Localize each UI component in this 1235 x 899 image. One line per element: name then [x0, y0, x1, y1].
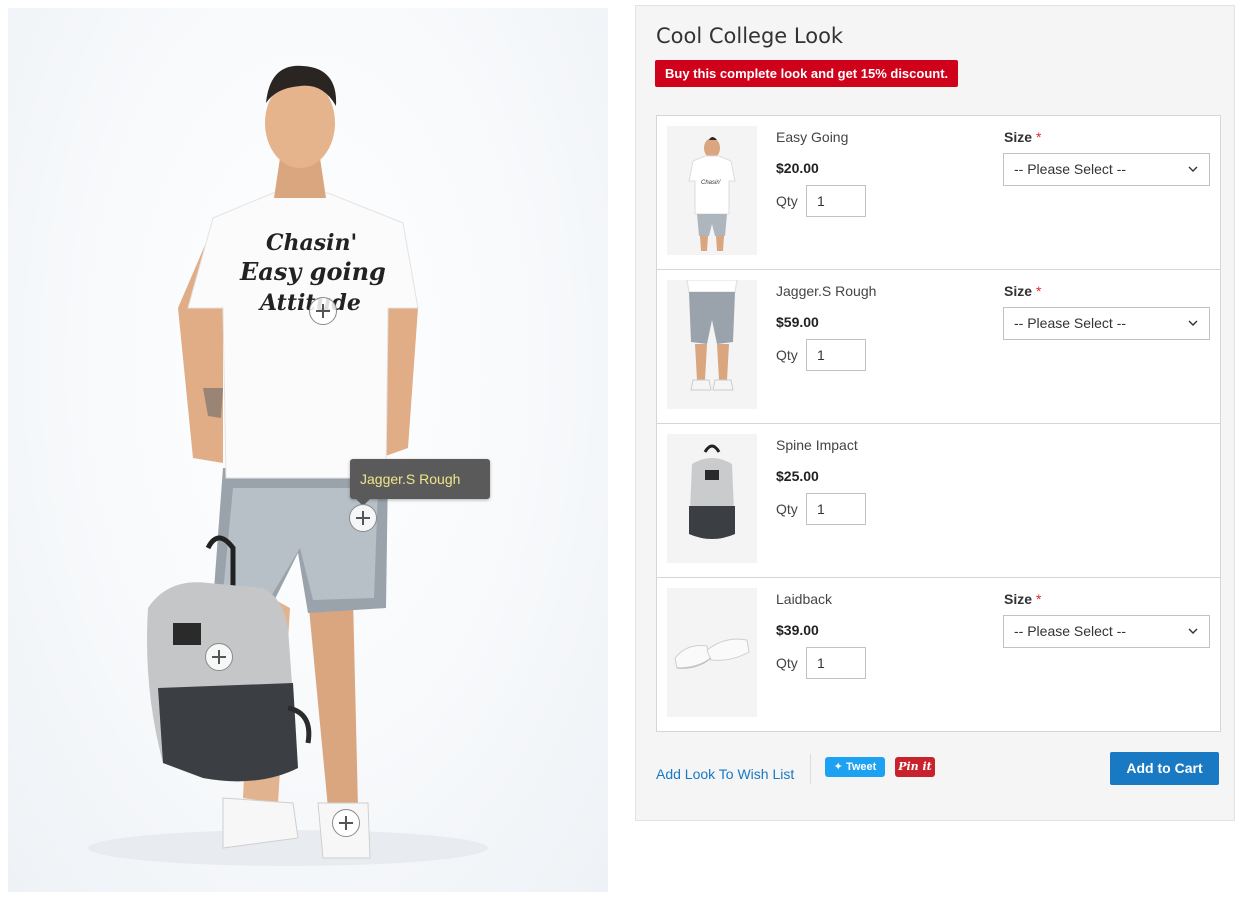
hotspot-tooltip: Jagger.S Rough [350, 459, 490, 506]
qty-label: Qty [776, 501, 798, 517]
qty-input[interactable]: 1 [806, 647, 866, 679]
item-name[interactable]: Laidback [776, 591, 832, 607]
size-label-text: Size [1004, 283, 1033, 299]
discount-badge: Buy this complete look and get 15% disco… [655, 60, 959, 87]
look-item: Chasin' Easy Going $20.00 Qty 1 Size * --… [657, 116, 1220, 270]
qty-input[interactable]: 1 [806, 339, 866, 371]
item-price: $39.00 [776, 622, 819, 638]
svg-text:Chasin': Chasin' [701, 180, 722, 186]
hotspot-backpack[interactable] [205, 643, 233, 671]
required-marker: * [1036, 283, 1042, 299]
size-select[interactable]: -- Please Select -- [1003, 307, 1210, 340]
qty-input[interactable]: 1 [806, 185, 866, 217]
look-item: Laidback $39.00 Qty 1 Size * -- Please Se… [657, 578, 1220, 732]
look-items-list: Chasin' Easy Going $20.00 Qty 1 Size * --… [656, 115, 1221, 732]
product-thumbnail[interactable] [667, 434, 757, 563]
size-label-text: Size [1004, 129, 1033, 145]
sneakers-product-image [674, 638, 750, 669]
item-name[interactable]: Jagger.S Rough [776, 283, 876, 299]
look-title: Cool College Look [656, 24, 844, 48]
shorts-product-image [686, 280, 738, 391]
tweet-label: Tweet [845, 761, 877, 773]
look-panel: Cool College Look Buy this complete look… [635, 5, 1235, 821]
qty-label: Qty [776, 347, 798, 363]
size-label-text: Size [1004, 591, 1033, 607]
model-illustration: Chasin' Easy going Attitude [88, 65, 488, 866]
item-price: $59.00 [776, 314, 819, 330]
chevron-down-icon [1188, 320, 1198, 326]
hotspot-sneakers[interactable] [332, 809, 360, 837]
chevron-down-icon [1188, 166, 1198, 172]
hotspot-shorts[interactable] [349, 504, 377, 532]
product-thumbnail[interactable]: Chasin' [667, 126, 757, 255]
tshirt-product-image: Chasin' [688, 137, 736, 251]
size-select-value: -- Please Select -- [1014, 315, 1127, 331]
shirt-print-line-1: Chasin' [266, 230, 357, 256]
look-item: Jagger.S Rough $59.00 Qty 1 Size * -- Ple… [657, 270, 1220, 424]
qty-label: Qty [776, 655, 798, 671]
size-select-value: -- Please Select -- [1014, 161, 1127, 177]
item-price: $25.00 [776, 468, 819, 484]
add-look-to-wishlist-link[interactable]: Add Look To Wish List [656, 766, 794, 782]
size-label: Size * [1004, 591, 1041, 607]
twitter-bird-icon: ✦ [833, 761, 843, 773]
qty-label: Qty [776, 193, 798, 209]
required-marker: * [1036, 591, 1042, 607]
qty-input[interactable]: 1 [806, 493, 866, 525]
shirt-print-line-2: Easy going [239, 257, 386, 286]
product-thumbnail[interactable] [667, 588, 757, 717]
add-to-cart-button[interactable]: Add to Cart [1110, 752, 1219, 785]
look-hero-image: Chasin' Easy going Attitude Jagger.S Rou… [8, 8, 608, 892]
hotspot-tshirt[interactable] [309, 297, 337, 325]
tweet-button[interactable]: ✦ Tweet [825, 757, 885, 777]
required-marker: * [1036, 129, 1042, 145]
item-name[interactable]: Easy Going [776, 129, 848, 145]
size-select[interactable]: -- Please Select -- [1003, 615, 1210, 648]
size-select[interactable]: -- Please Select -- [1003, 153, 1210, 186]
size-label: Size * [1004, 283, 1041, 299]
look-item: Spine Impact $25.00 Qty 1 [657, 424, 1220, 578]
chevron-down-icon [1188, 628, 1198, 634]
divider [810, 754, 811, 784]
size-label: Size * [1004, 129, 1041, 145]
pin-it-button[interactable]: Pin it [895, 757, 935, 777]
item-name[interactable]: Spine Impact [776, 437, 858, 453]
item-price: $20.00 [776, 160, 819, 176]
product-thumbnail[interactable] [667, 280, 757, 409]
size-select-value: -- Please Select -- [1014, 623, 1127, 639]
backpack-product-image [689, 444, 735, 539]
